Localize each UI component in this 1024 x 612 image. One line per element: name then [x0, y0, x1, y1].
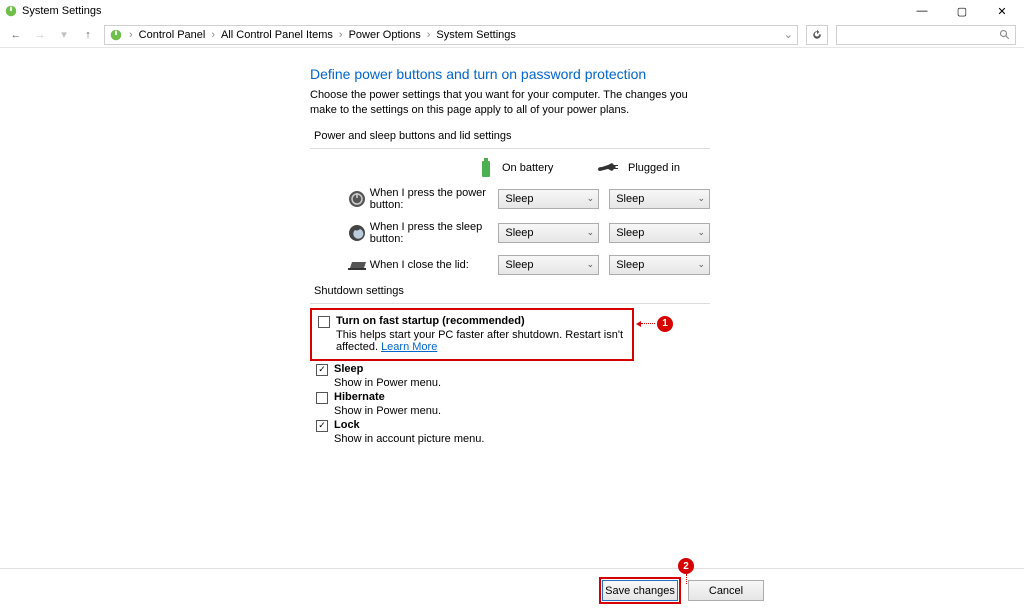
save-changes-button[interactable]: Save changes: [602, 580, 678, 601]
minimize-button[interactable]: —: [908, 5, 936, 18]
annotation-callout-2: 2: [678, 558, 694, 584]
page-title: Define power buttons and turn on passwor…: [310, 66, 720, 82]
chevron-down-icon: ⌄: [587, 259, 595, 270]
column-on-battery: On battery: [478, 157, 598, 179]
column-on-battery-label: On battery: [502, 162, 553, 174]
window-title: System Settings: [22, 5, 101, 17]
power-button-icon: [348, 190, 366, 208]
refresh-icon: [811, 29, 823, 41]
annotation-highlight-faststart: Turn on fast startup (recommended) This …: [310, 308, 634, 361]
chevron-right-icon: ›: [211, 29, 215, 41]
checkbox-hibernate[interactable]: [316, 392, 328, 404]
annotation-badge-1: 1: [657, 316, 673, 332]
section-shutdown: Shutdown settings: [314, 285, 720, 297]
chevron-down-icon: ⌄: [587, 193, 595, 204]
row-close-lid: When I close the lid: Sleep⌄ Sleep⌄: [348, 255, 720, 275]
checkbox-lock[interactable]: [316, 420, 328, 432]
titlebar: System Settings — ▢ ✕: [0, 0, 1024, 22]
checkbox-fast-startup[interactable]: [318, 316, 330, 328]
checkbox-hibernate-desc: Show in Power menu.: [334, 405, 720, 417]
select-lid-battery[interactable]: Sleep⌄: [498, 255, 599, 275]
search-icon: [999, 29, 1011, 41]
row-power-button-label: When I press the power button:: [370, 187, 499, 211]
chevron-down-icon: ⌄: [697, 227, 705, 238]
chevron-right-icon: ›: [427, 29, 431, 41]
annotation-callout-1: 1: [636, 316, 673, 332]
maximize-button[interactable]: ▢: [948, 5, 976, 18]
breadcrumb-item[interactable]: Power Options: [349, 29, 421, 41]
page-description: Choose the power settings that you want …: [310, 88, 710, 118]
row-power-button: When I press the power button: Sleep⌄ Sl…: [348, 187, 720, 211]
column-plugged-in-label: Plugged in: [628, 162, 680, 174]
chevron-down-icon: ⌄: [697, 259, 705, 270]
chevron-down-icon: ⌄: [697, 193, 705, 204]
address-bar: ← → ▾ ↑ › Control Panel › All Control Pa…: [0, 22, 1024, 48]
select-sleep-plugged[interactable]: Sleep⌄: [609, 223, 710, 243]
checkbox-fast-startup-label: Turn on fast startup (recommended): [336, 315, 525, 327]
chevron-right-icon: ›: [339, 29, 343, 41]
row-sleep-button-label: When I press the sleep button:: [370, 221, 499, 245]
recent-locations-button[interactable]: ▾: [56, 28, 72, 41]
select-power-battery[interactable]: Sleep⌄: [498, 189, 599, 209]
chevron-down-icon: ⌄: [587, 227, 595, 238]
annotation-badge-2: 2: [678, 558, 694, 574]
row-sleep-button: When I press the sleep button: Sleep⌄ Sl…: [348, 221, 720, 245]
chevron-down-icon[interactable]: ⌄: [784, 28, 793, 41]
select-power-plugged[interactable]: Sleep⌄: [609, 189, 710, 209]
up-button[interactable]: ↑: [80, 29, 96, 41]
column-plugged-in: Plugged in: [598, 161, 718, 175]
checkbox-hibernate-label: Hibernate: [334, 391, 385, 403]
plug-icon: [598, 161, 620, 175]
checkbox-lock-desc: Show in account picture menu.: [334, 433, 720, 445]
checkbox-sleep[interactable]: [316, 364, 328, 376]
sleep-button-icon: [348, 224, 366, 242]
refresh-button[interactable]: [806, 25, 828, 45]
checkbox-lock-label: Lock: [334, 419, 360, 431]
close-button[interactable]: ✕: [988, 5, 1016, 18]
forward-button[interactable]: →: [32, 29, 48, 41]
select-sleep-battery[interactable]: Sleep⌄: [498, 223, 599, 243]
power-options-icon: [4, 4, 18, 18]
breadcrumb[interactable]: › Control Panel › All Control Panel Item…: [104, 25, 798, 45]
main-content: Define power buttons and turn on passwor…: [0, 48, 720, 445]
battery-icon: [478, 157, 494, 179]
back-button[interactable]: ←: [8, 29, 24, 41]
search-input[interactable]: [836, 25, 1016, 45]
power-options-icon: [109, 28, 123, 42]
checkbox-sleep-label: Sleep: [334, 363, 363, 375]
bottom-bar: Save changes Cancel: [0, 568, 1024, 612]
checkbox-sleep-desc: Show in Power menu.: [334, 377, 720, 389]
breadcrumb-item[interactable]: Control Panel: [139, 29, 206, 41]
row-close-lid-label: When I close the lid:: [370, 259, 499, 271]
learn-more-link[interactable]: Learn More: [381, 341, 437, 353]
laptop-lid-icon: [348, 258, 368, 272]
breadcrumb-item[interactable]: System Settings: [436, 29, 515, 41]
chevron-right-icon: ›: [129, 29, 133, 41]
breadcrumb-item[interactable]: All Control Panel Items: [221, 29, 333, 41]
section-power-buttons: Power and sleep buttons and lid settings: [314, 130, 720, 142]
cancel-button[interactable]: Cancel: [688, 580, 764, 601]
checkbox-fast-startup-desc: This helps start your PC faster after sh…: [336, 329, 626, 353]
select-lid-plugged[interactable]: Sleep⌄: [609, 255, 710, 275]
